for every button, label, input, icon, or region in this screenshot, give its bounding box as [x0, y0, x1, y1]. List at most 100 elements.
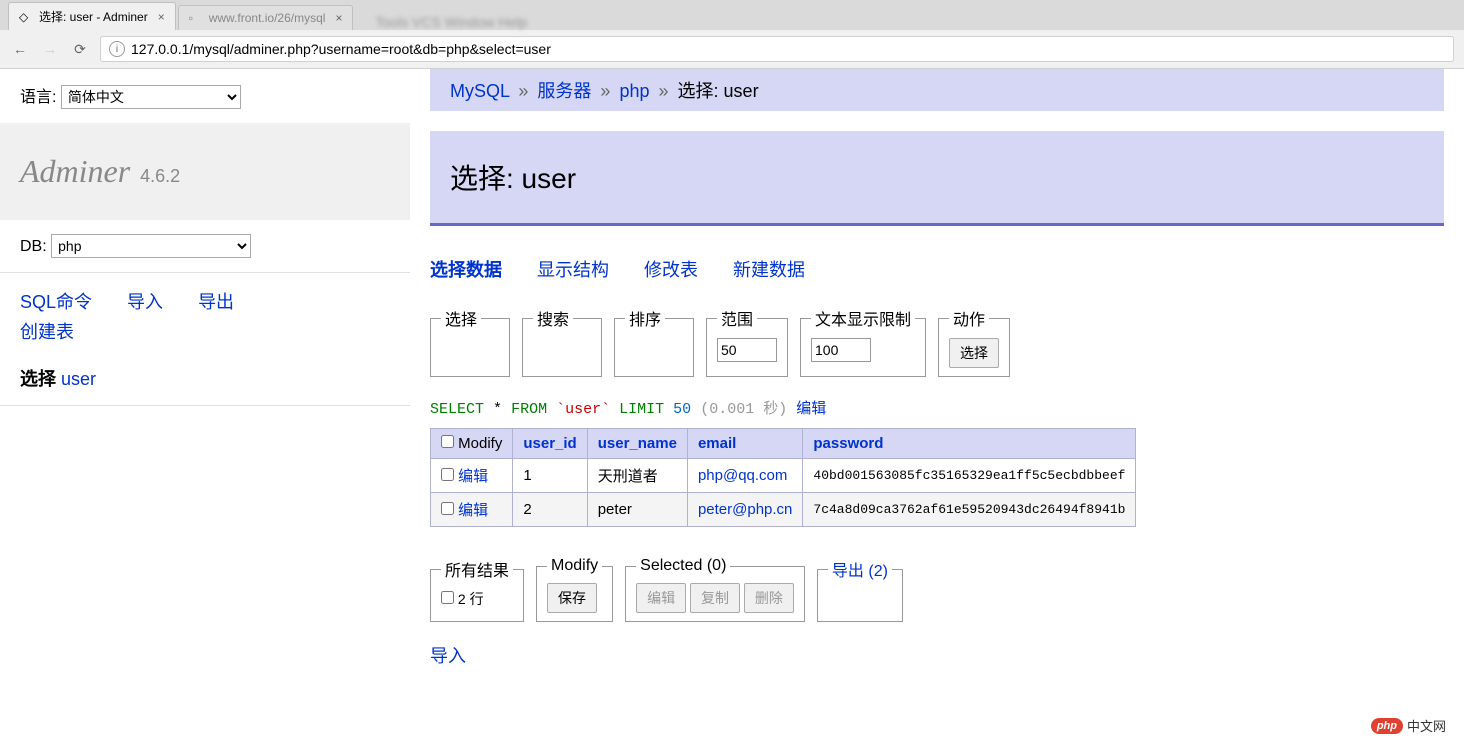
breadcrumb-mysql[interactable]: MySQL — [450, 81, 509, 101]
cell-password: 7c4a8d09ca3762af61e59520943dc26494f8941b — [803, 493, 1136, 527]
select-all-checkbox[interactable] — [441, 435, 454, 448]
watermark-badge: php — [1371, 718, 1403, 734]
data-table: Modify user_id user_name email password … — [430, 428, 1136, 527]
row-checkbox[interactable] — [441, 502, 454, 515]
select-label: 选择 — [20, 369, 56, 389]
create-table-link[interactable]: 创建表 — [20, 322, 74, 342]
limit-input[interactable] — [717, 338, 777, 362]
row-checkbox[interactable] — [441, 468, 454, 481]
db-label: DB: — [20, 238, 47, 255]
breadcrumb-table: user — [724, 81, 759, 101]
legend-sort: 排序 — [625, 306, 665, 330]
legend-all-results: 所有结果 — [441, 557, 513, 581]
blurred-menu: Tools VCS Window Help — [375, 14, 527, 30]
cell-email[interactable]: peter@php.cn — [698, 501, 792, 518]
table-row: 编辑 2 peter peter@php.cn 7c4a8d09ca3762af… — [431, 493, 1136, 527]
watermark-text: 中文网 — [1407, 716, 1446, 735]
sidebar: 语言: 简体中文 Adminer 4.6.2 DB: php SQL命令 导入 … — [0, 69, 410, 688]
cell-password: 40bd001563085fc35165329ea1ff5c5ecbdbbeef — [803, 459, 1136, 493]
language-select[interactable]: 简体中文 — [61, 85, 241, 109]
favicon-icon: ▫ — [189, 11, 203, 25]
tab-structure[interactable]: 显示结构 — [537, 260, 609, 280]
fieldset-select: 选择 — [430, 306, 510, 377]
fieldset-all-results: 所有结果 2 行 — [430, 557, 524, 622]
import-link[interactable]: 导入 — [127, 292, 163, 312]
tab-title: www.front.io/26/mysql — [209, 11, 326, 25]
edit-link[interactable]: 编辑 — [458, 468, 488, 485]
sql-limit: LIMIT — [619, 401, 664, 418]
browser-tab-active[interactable]: ◇ 选择: user - Adminer × — [8, 2, 176, 30]
import-bottom-link[interactable]: 导入 — [430, 646, 466, 666]
cell-user-id: 2 — [513, 493, 587, 527]
tab-bar: ◇ 选择: user - Adminer × ▫ www.front.io/26… — [0, 0, 1464, 30]
row-count: 2 行 — [458, 591, 484, 607]
all-results-checkbox[interactable] — [441, 591, 454, 604]
info-icon[interactable]: i — [109, 41, 125, 57]
sql-command-link[interactable]: SQL命令 — [20, 292, 92, 312]
breadcrumb-sep: » — [518, 81, 528, 101]
reload-button[interactable]: ⟳ — [70, 39, 90, 59]
favicon-icon: ◇ — [19, 10, 33, 24]
legend-modify: Modify — [547, 557, 602, 575]
legend-text-limit: 文本显示限制 — [811, 306, 915, 330]
breadcrumb: MySQL » 服务器 » php » 选择: user — [430, 69, 1444, 111]
breadcrumb-sep: » — [659, 81, 669, 101]
close-icon[interactable]: × — [158, 10, 165, 24]
tab-select-data[interactable]: 选择数据 — [430, 260, 502, 280]
forward-button[interactable]: → — [40, 39, 60, 59]
export-link[interactable]: 导出 — [198, 292, 234, 312]
cell-user-name: peter — [587, 493, 687, 527]
url-bar[interactable]: i 127.0.0.1/mysql/adminer.php?username=r… — [100, 36, 1454, 62]
fieldset-action: 动作 选择 — [938, 306, 1010, 377]
header-email[interactable]: email — [698, 435, 736, 452]
app-version: 4.6.2 — [140, 166, 180, 186]
cell-user-name: 天刑道者 — [587, 459, 687, 493]
header-user-id[interactable]: user_id — [523, 435, 576, 452]
action-tabs: 选择数据 显示结构 修改表 新建数据 — [430, 256, 1444, 282]
browser-tab[interactable]: ▫ www.front.io/26/mysql × — [178, 5, 354, 30]
browser-toolbar: ← → ⟳ i 127.0.0.1/mysql/adminer.php?user… — [0, 30, 1464, 68]
back-button[interactable]: ← — [10, 39, 30, 59]
header-modify: Modify — [431, 429, 513, 459]
edit-link[interactable]: 编辑 — [458, 502, 488, 519]
select-table-link[interactable]: user — [61, 369, 96, 389]
header-password[interactable]: password — [813, 435, 883, 452]
breadcrumb-select: 选择 — [678, 81, 714, 101]
table-row: 编辑 1 天刑道者 php@qq.com 40bd001563085fc3516… — [431, 459, 1136, 493]
breadcrumb-server[interactable]: 服务器 — [537, 81, 591, 101]
watermark: php 中文网 — [1371, 716, 1446, 735]
fieldset-text-limit: 文本显示限制 — [800, 306, 926, 377]
import-link-row: 导入 — [430, 642, 1444, 668]
tab-new-item[interactable]: 新建数据 — [733, 260, 805, 280]
tab-title: 选择: user - Adminer — [39, 8, 148, 25]
edit-selected-button[interactable]: 编辑 — [636, 583, 686, 613]
copy-selected-button[interactable]: 复制 — [690, 583, 740, 613]
fieldset-export: 导出 (2) — [817, 557, 903, 622]
close-icon[interactable]: × — [335, 11, 342, 25]
query-fieldsets: 选择 搜索 排序 范围 文本显示限制 动作 — [430, 306, 1444, 377]
sql-select: SELECT — [430, 401, 484, 418]
action-select-button[interactable]: 选择 — [949, 338, 999, 368]
fieldset-search: 搜索 — [522, 306, 602, 377]
fieldset-limit: 范围 — [706, 306, 788, 377]
breadcrumb-db[interactable]: php — [619, 81, 649, 101]
breadcrumb-sep: » — [600, 81, 610, 101]
content: MySQL » 服务器 » php » 选择: user 选择: user 选择… — [410, 69, 1464, 688]
legend-limit: 范围 — [717, 306, 757, 330]
sql-table: `user` — [556, 401, 610, 418]
db-select[interactable]: php — [51, 234, 251, 258]
cell-email[interactable]: php@qq.com — [698, 467, 787, 484]
sql-edit-link[interactable]: 编辑 — [796, 400, 826, 417]
select-table-row: 选择 user — [0, 361, 410, 406]
save-button[interactable]: 保存 — [547, 583, 597, 613]
tab-alter[interactable]: 修改表 — [644, 260, 698, 280]
legend-selected: Selected (0) — [636, 557, 730, 575]
db-row: DB: php — [0, 220, 410, 273]
footer-fieldsets: 所有结果 2 行 Modify 保存 Selected (0) 编辑 复制 删除… — [430, 557, 1444, 622]
app-logo: Adminer — [20, 153, 130, 189]
text-limit-input[interactable] — [811, 338, 871, 362]
export-legend-link[interactable]: 导出 (2) — [832, 563, 888, 580]
delete-selected-button[interactable]: 删除 — [744, 583, 794, 613]
header-user-name[interactable]: user_name — [598, 435, 677, 452]
cell-user-id: 1 — [513, 459, 587, 493]
